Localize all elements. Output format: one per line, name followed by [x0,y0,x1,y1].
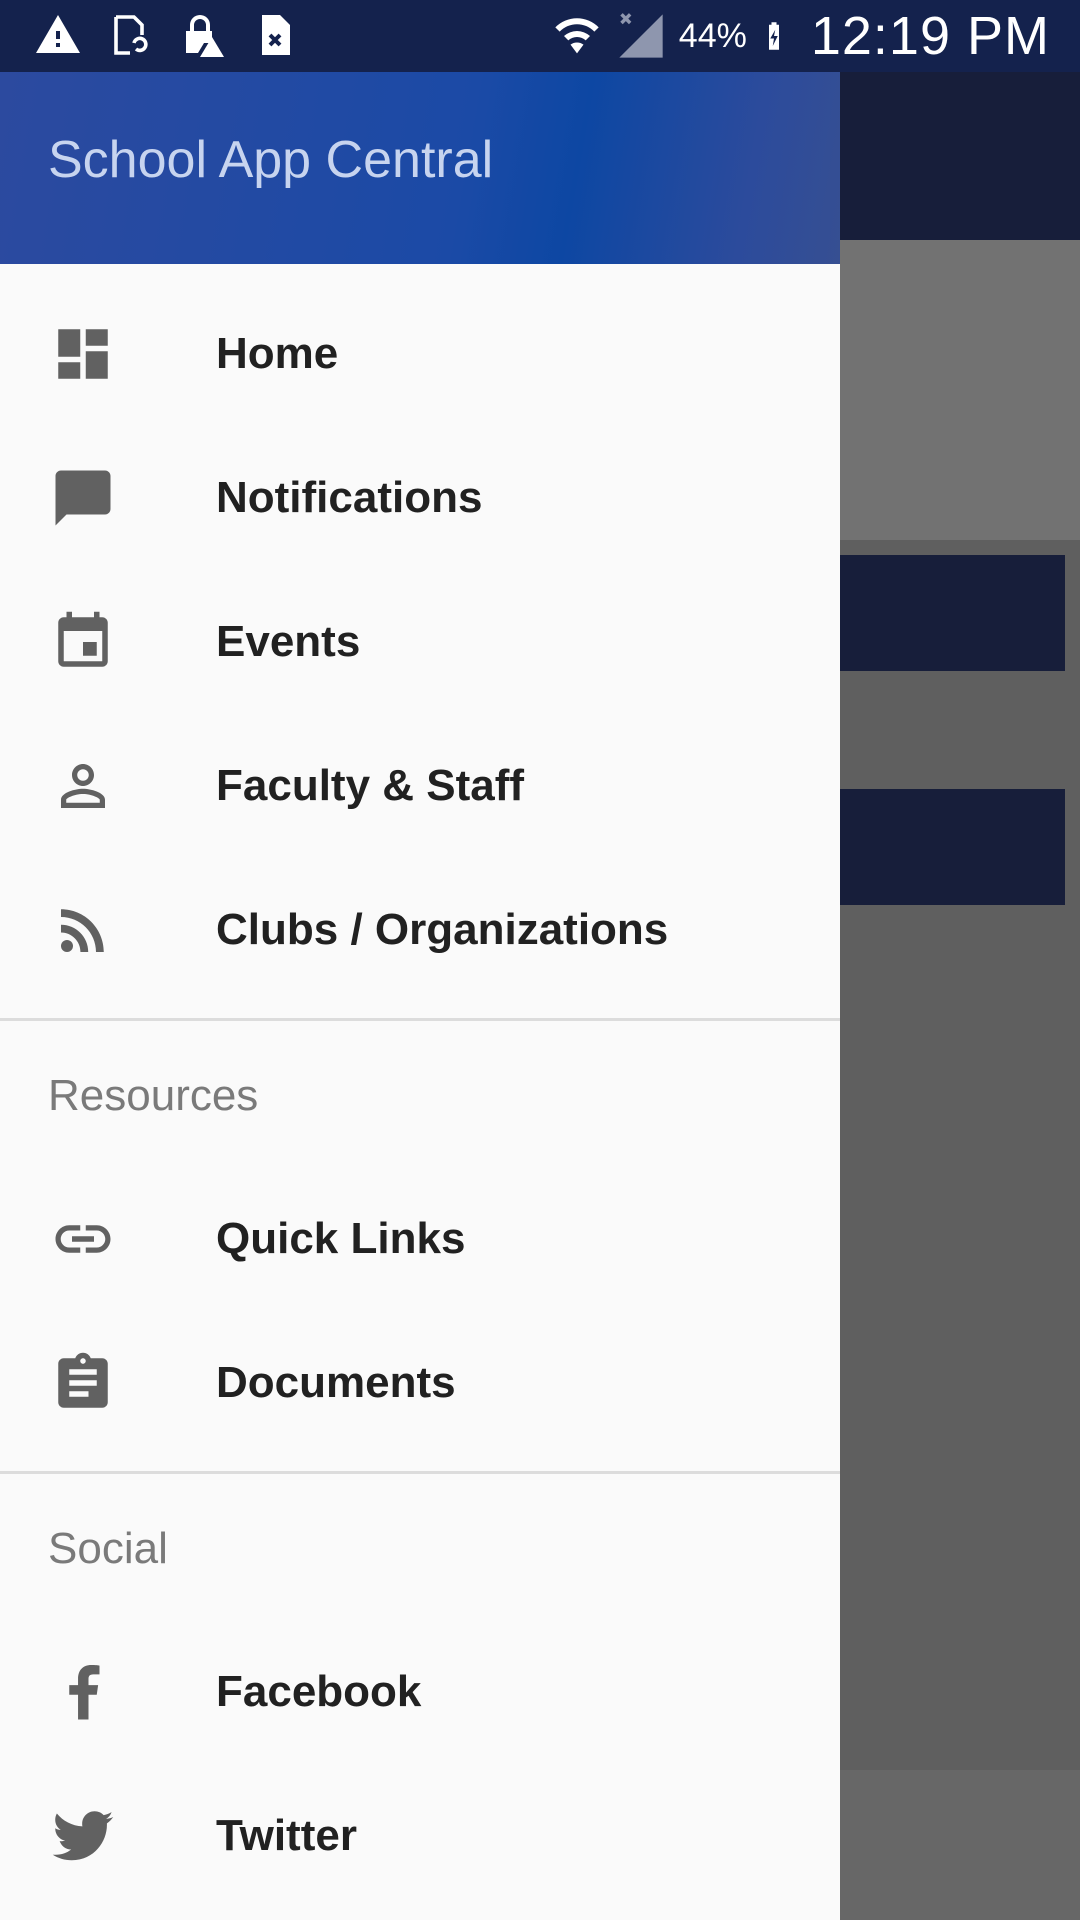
clipboard-icon [50,1350,116,1416]
facebook-icon [50,1659,116,1725]
section-header-label: Resources [48,1071,259,1120]
twitter-icon [50,1803,116,1869]
menu-item-events[interactable]: Events [0,570,840,714]
menu-item-home[interactable]: Home [0,282,840,426]
menu-item-label: Documents [216,1358,456,1407]
signal-icon [619,13,663,58]
menu-item-label: Facebook [216,1667,422,1716]
section-header-social: Social [0,1474,840,1620]
menu-item-twitter[interactable]: Twitter [0,1764,840,1908]
menu-item-facebook[interactable]: Facebook [0,1620,840,1764]
menu-item-notifications[interactable]: Notifications [0,426,840,570]
main-menu: Home Notifications Events Faculty & Staf… [0,282,840,1002]
menu-item-label: Events [216,617,361,666]
sync-file-icon [114,15,148,55]
menu-item-quick-links[interactable]: Quick Links [0,1167,840,1311]
battery-percent: 44% [678,16,747,55]
menu-item-clubs-organizations[interactable]: Clubs / Organizations [0,858,840,1002]
lock-alert-icon [186,15,224,57]
menu-item-faculty-staff[interactable]: Faculty & Staff [0,714,840,858]
person-icon [50,753,116,819]
menu-item-label: Home [216,329,339,378]
section-header-resources: Resources [0,1021,840,1167]
menu-item-label: Twitter [216,1811,357,1860]
social-menu: Facebook Twitter [0,1620,840,1908]
wifi-icon [555,18,599,54]
menu-item-label: Clubs / Organizations [216,905,669,954]
file-x-icon [262,15,290,55]
dashboard-icon [50,321,116,387]
menu-item-label: Quick Links [216,1214,466,1263]
menu-item-documents[interactable]: Documents [0,1311,840,1455]
drawer-title: School App Central [48,131,494,189]
drawer-header: School App Central [0,72,840,264]
status-bar: 44% 12:19 PM [0,0,1080,72]
menu-item-label: Notifications [216,473,483,522]
menu-item-label: Faculty & Staff [216,761,525,810]
link-icon [50,1206,116,1272]
battery-charging-icon [768,22,779,50]
chat-bubble-icon [50,465,116,531]
alert-icon [36,15,80,53]
clock: 12:19 PM [810,6,1050,66]
calendar-icon [50,609,116,675]
navigation-drawer: School App Central Home Notifications Ev… [0,72,840,1920]
section-header-label: Social [48,1524,168,1573]
resources-menu: Quick Links Documents [0,1167,840,1455]
rss-icon [50,897,116,963]
